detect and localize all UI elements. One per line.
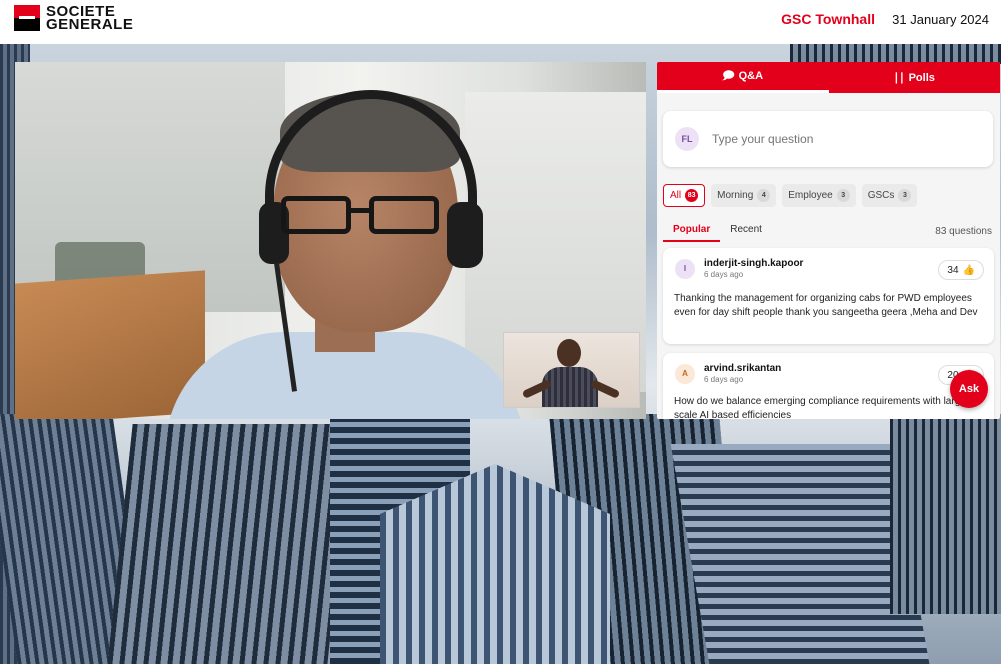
filter-chip-morning[interactable]: Morning 4 — [711, 184, 777, 207]
like-button[interactable]: 34 👍 — [938, 260, 984, 280]
filter-chip-all[interactable]: All 83 — [663, 184, 706, 207]
thumbs-up-icon: 👍 — [962, 264, 975, 276]
filter-chip-employee[interactable]: Employee 3 — [782, 184, 856, 207]
speaker-glasses — [273, 196, 443, 234]
pip-person-body — [542, 367, 598, 407]
building-shape — [790, 44, 1001, 64]
question-count: 83 questions — [935, 225, 992, 237]
event-title: GSC Townhall — [781, 11, 875, 27]
event-date: 31 January 2024 — [892, 12, 989, 27]
filter-chip-gscs[interactable]: GSCs 3 — [861, 184, 918, 207]
filter-chips: All 83 Morning 4 Employee 3 GSCs 3 — [663, 184, 918, 207]
question-time: 6 days ago — [704, 375, 744, 384]
logo-mark-icon — [14, 5, 40, 31]
panel-tabs: 🗩 Q&A ∣∣ Polls — [657, 62, 1000, 93]
filter-chip-label: GSCs — [867, 190, 895, 201]
sort-tabs: Popular Recent 83 questions — [663, 220, 994, 242]
question-text: Thanking the management for organizing c… — [674, 293, 978, 318]
question-input-box[interactable]: FL — [663, 111, 993, 167]
building-shape — [890, 414, 1001, 614]
author-name: inderjit-singh.kapoor — [704, 258, 804, 269]
chat-bubble-icon: 🗩 — [722, 69, 735, 82]
logo-line-2: GENERALE — [46, 16, 134, 33]
author-meta: arvind.srikantan 6 days ago — [704, 363, 781, 384]
question-card[interactable]: A arvind.srikantan 6 days ago 20 👍 How d… — [663, 353, 994, 419]
question-input[interactable] — [712, 132, 962, 146]
building-shape — [107, 424, 353, 664]
societe-generale-logo: SOCIETE GENERALE — [14, 4, 134, 33]
tab-qa-label: Q&A — [738, 70, 764, 82]
filter-chip-count: 3 — [898, 189, 912, 202]
qa-panel: 🗩 Q&A ∣∣ Polls FL All 83 Morning 4 Emplo… — [657, 62, 1000, 419]
filter-chip-label: Morning — [717, 190, 754, 201]
author-name: arvind.srikantan — [704, 363, 782, 374]
author-avatar: I — [675, 258, 695, 279]
ask-button[interactable]: Ask — [950, 370, 988, 408]
headset-earcup-right — [447, 202, 483, 268]
tab-polls-label: Polls — [908, 71, 935, 84]
user-avatar: FL — [675, 127, 699, 151]
logo-text: SOCIETE GENERALE — [46, 4, 134, 33]
question-text: How do we balance emerging compliance re… — [674, 396, 966, 419]
filter-chip-count: 4 — [757, 189, 771, 202]
tab-popular[interactable]: Popular — [663, 220, 721, 242]
question-header: A arvind.srikantan 6 days ago — [675, 363, 781, 384]
filter-chip-count: 83 — [685, 189, 699, 202]
like-count: 34 — [947, 264, 959, 276]
tab-polls[interactable]: ∣∣ Polls — [829, 62, 1001, 93]
filter-chip-count: 3 — [836, 189, 850, 202]
question-card[interactable]: I inderjit-singh.kapoor 6 days ago 34 👍 … — [663, 248, 994, 344]
bar-chart-icon: ∣∣ — [893, 72, 905, 84]
tab-recent[interactable]: Recent — [720, 220, 772, 242]
filter-chip-label: Employee — [788, 190, 833, 201]
pip-person-head — [557, 339, 581, 367]
office-desk — [15, 270, 205, 419]
author-avatar: A — [675, 363, 695, 384]
author-meta: inderjit-singh.kapoor 6 days ago — [704, 258, 803, 279]
question-time: 6 days ago — [704, 270, 744, 279]
question-header: I inderjit-singh.kapoor 6 days ago — [675, 258, 803, 279]
filter-chip-label: All — [670, 190, 682, 201]
top-bar: SOCIETE GENERALE GSC Townhall 31 January… — [0, 0, 1001, 44]
secondary-speaker-video[interactable] — [503, 332, 640, 408]
tab-qa[interactable]: 🗩 Q&A — [657, 62, 829, 93]
